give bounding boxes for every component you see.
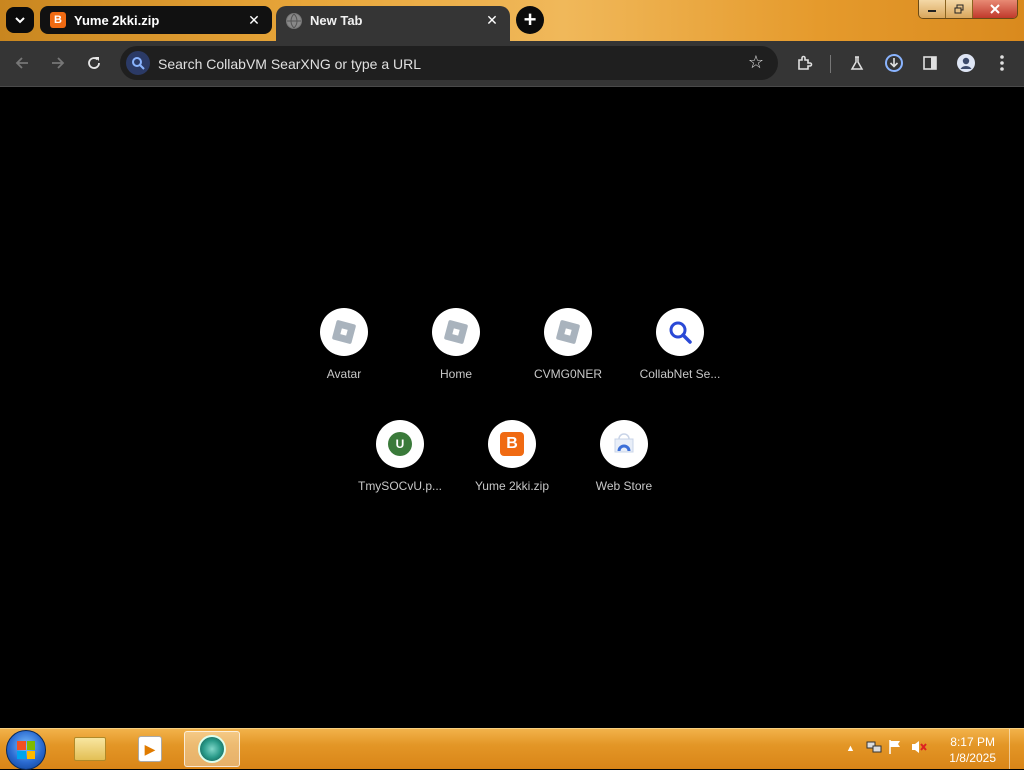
- profile-avatar-icon[interactable]: [955, 52, 977, 74]
- shortcut-label: Home: [439, 367, 472, 381]
- tab-search-button[interactable]: [6, 7, 34, 33]
- shortcut-icon-circle: [320, 308, 368, 356]
- shortcut-icon-circle: [432, 308, 480, 356]
- shortcut-home[interactable]: Home: [400, 308, 512, 408]
- arrow-right-icon: [52, 57, 65, 69]
- shortcut-label: Web Store: [595, 479, 653, 493]
- clock-time: 8:17 PM: [950, 735, 995, 749]
- shortcut-icon-circle: B: [488, 420, 536, 468]
- minimize-icon: [928, 10, 936, 12]
- action-center-flag-icon[interactable]: [888, 739, 902, 758]
- side-panel-icon[interactable]: [919, 52, 941, 74]
- shortcut-avatar[interactable]: Avatar: [288, 308, 400, 408]
- shortcut-icon-circle: [544, 308, 592, 356]
- start-button[interactable]: [6, 730, 46, 770]
- search-icon: [669, 321, 692, 344]
- roblox-icon: [443, 319, 469, 345]
- media-player-icon: ▶: [138, 736, 162, 762]
- windows-logo-icon: [17, 741, 35, 759]
- shortcut-collabnet-search[interactable]: CollabNet Se...: [624, 308, 736, 408]
- volume-muted-icon[interactable]: [910, 739, 928, 758]
- new-tab-button[interactable]: +: [516, 6, 544, 34]
- minimize-button[interactable]: [919, 0, 946, 18]
- web-store-icon: [614, 433, 634, 453]
- shortcut-label: CollabNet Se...: [639, 367, 721, 381]
- close-window-button[interactable]: [973, 0, 1017, 18]
- roblox-icon: [331, 319, 357, 345]
- show-desktop-button[interactable]: [1009, 729, 1024, 769]
- tab-new-tab[interactable]: New Tab ✕: [276, 6, 510, 41]
- shortcut-tmysocvu[interactable]: U TmySOCvU.p...: [344, 420, 456, 520]
- chevron-down-icon: [15, 17, 25, 24]
- search-icon: [126, 51, 150, 75]
- shortcut-label: CVMG0NER: [533, 367, 602, 381]
- download-icon[interactable]: [883, 52, 905, 74]
- tab-yume-2kki[interactable]: B Yume 2kki.zip ✕: [40, 6, 272, 34]
- toolbar-divider: [830, 55, 831, 73]
- taskbar-browser[interactable]: [184, 731, 240, 767]
- shortcut-cvmg0ner[interactable]: CVMG0NER: [512, 308, 624, 408]
- letter-avatar-icon: U: [388, 432, 412, 456]
- clock-date: 1/8/2025: [949, 751, 996, 765]
- shortcut-yume-2kki[interactable]: B Yume 2kki.zip: [456, 420, 568, 520]
- labs-flask-icon[interactable]: [846, 52, 868, 74]
- taskbar-explorer[interactable]: [62, 731, 118, 767]
- shortcut-icon-circle: U: [376, 420, 424, 468]
- new-tab-page: Avatar Home CVMG0NER CollabNet Se... U T…: [0, 87, 1024, 728]
- folder-icon: [74, 737, 106, 761]
- browser-toolbar: ☆: [0, 41, 1024, 87]
- blogger-favicon-icon: B: [50, 12, 66, 28]
- address-bar[interactable]: ☆: [120, 46, 778, 82]
- clock[interactable]: 8:17 PM 1/8/2025: [949, 734, 996, 766]
- reload-button[interactable]: [80, 50, 108, 76]
- close-icon[interactable]: ✕: [246, 12, 262, 29]
- back-button[interactable]: [8, 50, 36, 76]
- reload-icon: [88, 57, 100, 69]
- shortcut-label: Yume 2kki.zip: [474, 479, 550, 493]
- window-controls: [918, 0, 1018, 19]
- close-icon: [990, 4, 1000, 14]
- tab-title: New Tab: [310, 13, 363, 28]
- restore-icon: [954, 4, 964, 14]
- network-icon[interactable]: [866, 739, 882, 758]
- browser-icon: [198, 735, 226, 763]
- tab-title: Yume 2kki.zip: [74, 12, 160, 28]
- show-hidden-icons-arrow[interactable]: ▲: [846, 743, 855, 753]
- blogger-icon: B: [500, 432, 524, 456]
- restore-button[interactable]: [946, 0, 973, 18]
- system-tray: ▲ 8:17 PM 1/8/2025: [834, 729, 1024, 769]
- forward-button[interactable]: [44, 50, 72, 76]
- taskbar: ▶ ▲ 8:17 PM 1/8/2025: [0, 728, 1024, 770]
- globe-icon: [286, 12, 302, 29]
- roblox-icon: [555, 319, 581, 345]
- shortcut-web-store[interactable]: Web Store: [568, 420, 680, 520]
- taskbar-media-player[interactable]: ▶: [122, 731, 178, 767]
- close-icon[interactable]: ✕: [484, 12, 500, 29]
- shortcut-icon-circle: [656, 308, 704, 356]
- tab-strip: B Yume 2kki.zip ✕ New Tab ✕ +: [0, 0, 1024, 41]
- extensions-icon[interactable]: [794, 52, 816, 74]
- shortcut-icon-circle: [600, 420, 648, 468]
- arrow-left-icon: [15, 57, 28, 69]
- menu-kebab-icon[interactable]: [991, 52, 1013, 74]
- shortcut-label: Avatar: [326, 367, 362, 381]
- address-input[interactable]: [156, 46, 720, 82]
- shortcut-label: TmySOCvU.p...: [357, 479, 442, 493]
- bookmark-star-icon[interactable]: ☆: [748, 52, 764, 73]
